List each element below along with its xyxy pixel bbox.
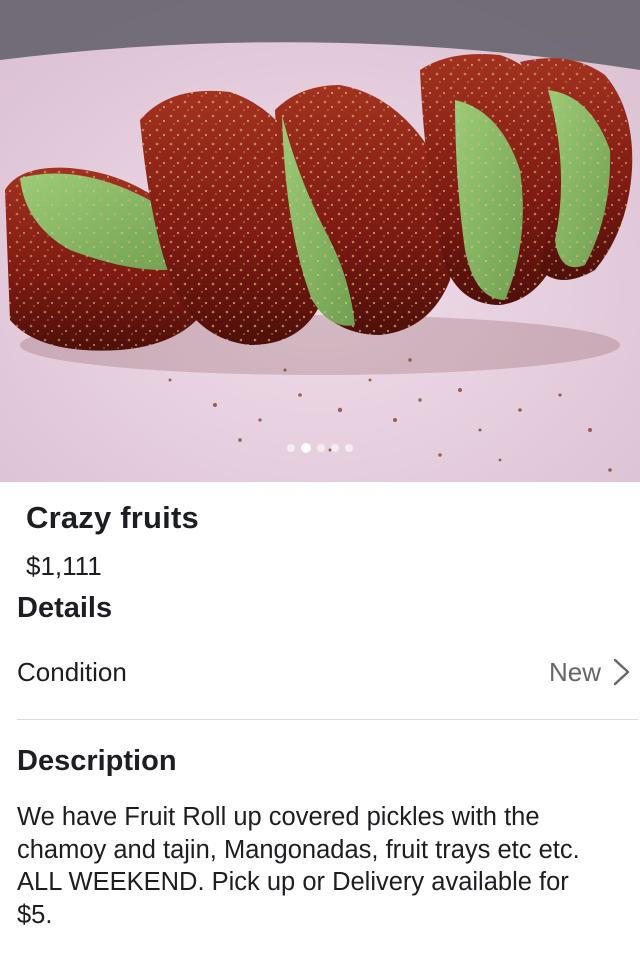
divider (17, 719, 638, 720)
description-text: We have Fruit Roll up covered pickles wi… (17, 803, 580, 929)
condition-row[interactable]: Condition New (17, 650, 633, 694)
photo-pagination[interactable] (0, 443, 640, 453)
chevron-right-icon (613, 658, 630, 686)
food-photo-illustration (0, 0, 640, 482)
details-heading: Details (17, 592, 113, 624)
description-heading: Description (17, 745, 177, 777)
pagination-dot[interactable] (345, 444, 353, 452)
pagination-dot[interactable] (287, 444, 295, 452)
pagination-dot[interactable] (331, 444, 339, 452)
listing-price: $1,111 (26, 551, 102, 581)
listing-photo[interactable] (0, 0, 640, 482)
condition-value-group: New (549, 657, 633, 688)
condition-label: Condition (17, 656, 127, 687)
listing-title: Crazy fruits (26, 500, 199, 535)
pagination-dot[interactable] (317, 444, 325, 452)
condition-value: New (548, 656, 601, 687)
pagination-dot-active[interactable] (301, 443, 311, 453)
